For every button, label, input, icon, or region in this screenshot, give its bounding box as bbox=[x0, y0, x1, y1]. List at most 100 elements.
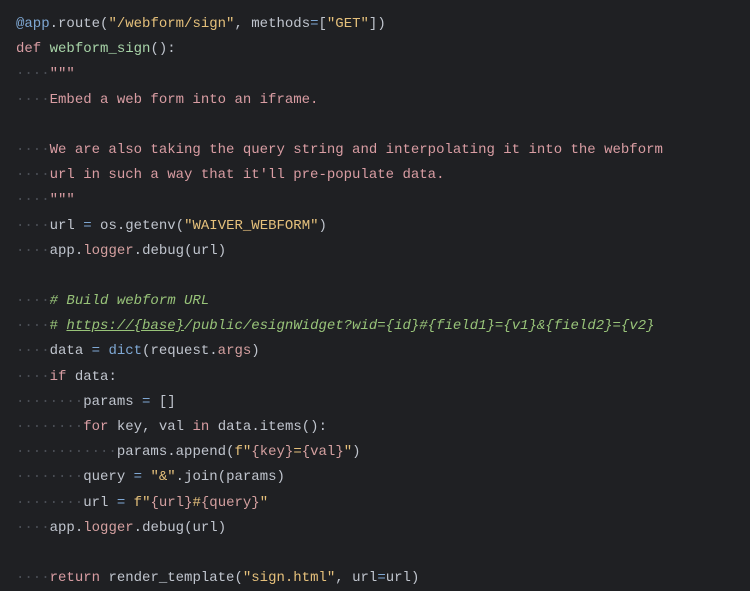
code-line-6: ····url in such a way that it'll pre-pop… bbox=[16, 163, 734, 188]
parens: () bbox=[150, 41, 167, 57]
method: debug bbox=[142, 243, 184, 259]
dot: . bbox=[50, 16, 58, 32]
string-literal: "GET" bbox=[327, 16, 369, 32]
comma: , bbox=[234, 16, 251, 32]
dot: . bbox=[251, 419, 259, 435]
comma: , bbox=[335, 570, 352, 586]
space bbox=[100, 570, 108, 586]
colon: : bbox=[167, 41, 175, 57]
string-literal: "&" bbox=[150, 469, 175, 485]
string-text: # bbox=[192, 495, 200, 511]
fstring-expr: {url} bbox=[150, 495, 192, 511]
comment-hash: # bbox=[50, 318, 67, 334]
indent-guide: ···· bbox=[16, 92, 50, 108]
code-line-2: def webform_sign(): bbox=[16, 37, 734, 62]
comma: , bbox=[142, 419, 159, 435]
object: app bbox=[50, 243, 75, 259]
comment-url: https://{base} bbox=[66, 318, 184, 334]
parens: () bbox=[302, 419, 319, 435]
indent-guide: ···· bbox=[16, 520, 50, 536]
paren-close: ) bbox=[251, 343, 259, 359]
code-line-19: ····app.logger.debug(url) bbox=[16, 516, 734, 541]
dot: . bbox=[176, 469, 184, 485]
method: getenv bbox=[125, 218, 175, 234]
indent-guide: ···· bbox=[16, 218, 50, 234]
builtin-func: dict bbox=[108, 343, 142, 359]
blank-line bbox=[16, 113, 734, 138]
code-line-11: ····# https://{base}/public/esignWidget?… bbox=[16, 314, 734, 339]
f-prefix: f bbox=[234, 444, 242, 460]
indent-guide: ···· bbox=[16, 142, 50, 158]
object: data bbox=[218, 419, 252, 435]
empty-list: [] bbox=[159, 394, 176, 410]
docstring-close: """ bbox=[50, 192, 75, 208]
equals: = bbox=[310, 16, 318, 32]
string-literal: "WAIVER_WEBFORM" bbox=[184, 218, 318, 234]
code-line-14: ········params = [] bbox=[16, 390, 734, 415]
function-call: render_template bbox=[108, 570, 234, 586]
indent-guide: ···· bbox=[16, 66, 50, 82]
object: request bbox=[150, 343, 209, 359]
argument: url bbox=[192, 243, 217, 259]
property: logger bbox=[83, 243, 133, 259]
method-name: route bbox=[58, 16, 100, 32]
paren-close: ) bbox=[218, 243, 226, 259]
paren-close: ) bbox=[218, 520, 226, 536]
dot: . bbox=[75, 520, 83, 536]
method: debug bbox=[142, 520, 184, 536]
code-line-7: ····""" bbox=[16, 188, 734, 213]
indent-guide: ···· bbox=[16, 318, 50, 334]
object: app bbox=[50, 520, 75, 536]
argument: params bbox=[226, 469, 276, 485]
indent-guide: ···· bbox=[16, 192, 50, 208]
decorator: @app bbox=[16, 16, 50, 32]
code-line-8: ····url = os.getenv("WAIVER_WEBFORM") bbox=[16, 214, 734, 239]
indent-guide: ···· bbox=[16, 243, 50, 259]
code-line-4: ····Embed a web form into an iframe. bbox=[16, 88, 734, 113]
keyword-return: return bbox=[50, 570, 100, 586]
comment-text: /public/esignWidget?wid={id}#{field1}={v… bbox=[184, 318, 654, 334]
space bbox=[66, 369, 74, 385]
docstring-text: We are also taking the query string and … bbox=[50, 142, 663, 158]
dot: . bbox=[75, 243, 83, 259]
indent-guide: ···· bbox=[16, 369, 50, 385]
indent-guide: ···· bbox=[16, 167, 50, 183]
f-prefix: f bbox=[134, 495, 142, 511]
method: join bbox=[184, 469, 218, 485]
equals: = bbox=[377, 570, 385, 586]
code-line-17: ········query = "&".join(params) bbox=[16, 465, 734, 490]
dot: . bbox=[134, 243, 142, 259]
paren-close: ) bbox=[411, 570, 419, 586]
keyword-in: in bbox=[193, 419, 210, 435]
blank-line bbox=[16, 264, 734, 289]
dot: . bbox=[167, 444, 175, 460]
equals: = bbox=[83, 343, 108, 359]
property: logger bbox=[83, 520, 133, 536]
equals: = bbox=[125, 469, 150, 485]
equals: = bbox=[75, 218, 100, 234]
indent-guide: ···· bbox=[16, 293, 50, 309]
paren-close: ) bbox=[352, 444, 360, 460]
paren-close: ) bbox=[277, 469, 285, 485]
code-line-5: ····We are also taking the query string … bbox=[16, 138, 734, 163]
method: items bbox=[260, 419, 302, 435]
code-line-16: ············params.append(f"{key}={val}"… bbox=[16, 440, 734, 465]
dot: . bbox=[209, 343, 217, 359]
code-line-10: ····# Build webform URL bbox=[16, 289, 734, 314]
value: url bbox=[386, 570, 411, 586]
docstring-text: url in such a way that it'll pre-populat… bbox=[50, 167, 445, 183]
fstring-expr: {key} bbox=[251, 444, 293, 460]
space bbox=[108, 419, 116, 435]
code-line-1: @app.route("/webform/sign", methods=["GE… bbox=[16, 12, 734, 37]
equals: = bbox=[134, 394, 159, 410]
comment: # Build webform URL bbox=[50, 293, 210, 309]
string-literal: "sign.html" bbox=[243, 570, 335, 586]
variable: val bbox=[159, 419, 184, 435]
indent-guide: ········ bbox=[16, 394, 83, 410]
keyword-for: for bbox=[83, 419, 108, 435]
fstring-expr: {val} bbox=[302, 444, 344, 460]
code-line-18: ········url = f"{url}#{query}" bbox=[16, 491, 734, 516]
code-line-20: ····return render_template("sign.html", … bbox=[16, 566, 734, 591]
colon: : bbox=[108, 369, 116, 385]
dot: . bbox=[117, 218, 125, 234]
